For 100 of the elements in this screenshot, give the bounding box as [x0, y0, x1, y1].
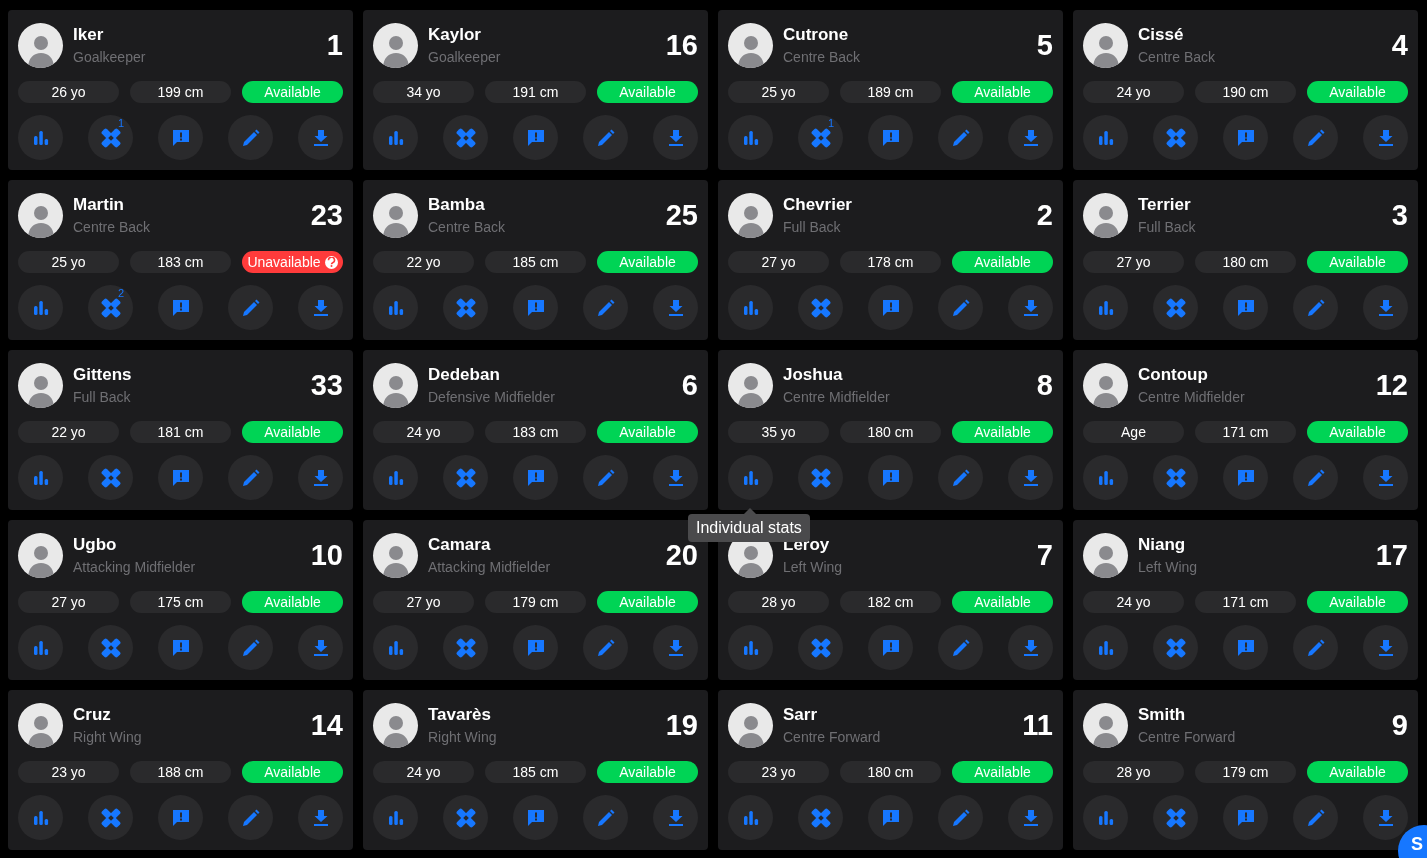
report-button[interactable]	[868, 795, 913, 840]
report-button[interactable]	[158, 625, 203, 670]
edit-button[interactable]	[938, 455, 983, 500]
edit-button[interactable]	[228, 285, 273, 330]
report-button[interactable]	[513, 115, 558, 160]
download-button[interactable]	[653, 115, 698, 160]
injuries-button[interactable]: 1	[88, 115, 133, 160]
injuries-button[interactable]	[1153, 455, 1198, 500]
download-button[interactable]	[1008, 625, 1053, 670]
stats-button[interactable]	[1083, 285, 1128, 330]
download-button[interactable]	[298, 795, 343, 840]
report-button[interactable]	[868, 625, 913, 670]
report-button[interactable]	[1223, 115, 1268, 160]
injuries-button[interactable]	[443, 285, 488, 330]
edit-button[interactable]	[583, 625, 628, 670]
edit-button[interactable]	[1293, 795, 1338, 840]
injuries-button[interactable]	[88, 795, 133, 840]
edit-button[interactable]	[583, 285, 628, 330]
injuries-button[interactable]	[1153, 285, 1198, 330]
report-button[interactable]	[868, 285, 913, 330]
injuries-button[interactable]	[443, 795, 488, 840]
stats-button[interactable]	[1083, 115, 1128, 160]
injuries-button[interactable]	[798, 455, 843, 500]
stats-button[interactable]	[728, 115, 773, 160]
stats-button[interactable]	[373, 795, 418, 840]
injuries-button[interactable]: 2	[88, 285, 133, 330]
edit-button[interactable]	[228, 455, 273, 500]
report-button[interactable]	[158, 795, 203, 840]
download-button[interactable]	[653, 455, 698, 500]
stats-button[interactable]	[373, 115, 418, 160]
injuries-button[interactable]	[1153, 795, 1198, 840]
edit-button[interactable]	[583, 455, 628, 500]
edit-button[interactable]	[228, 795, 273, 840]
download-button[interactable]	[298, 285, 343, 330]
stats-button[interactable]	[18, 115, 63, 160]
download-button[interactable]	[1008, 795, 1053, 840]
report-button[interactable]	[513, 285, 558, 330]
download-button[interactable]	[298, 455, 343, 500]
download-button[interactable]	[1363, 795, 1408, 840]
stats-button[interactable]	[373, 285, 418, 330]
report-button[interactable]	[1223, 625, 1268, 670]
report-button[interactable]	[158, 455, 203, 500]
edit-button[interactable]	[938, 625, 983, 670]
injuries-button[interactable]	[798, 795, 843, 840]
report-button[interactable]	[158, 285, 203, 330]
stats-button[interactable]	[1083, 625, 1128, 670]
edit-button[interactable]	[938, 285, 983, 330]
download-button[interactable]	[1363, 455, 1408, 500]
stats-button[interactable]	[1083, 455, 1128, 500]
stats-button[interactable]	[728, 625, 773, 670]
injuries-button[interactable]	[443, 115, 488, 160]
stats-button[interactable]	[1083, 795, 1128, 840]
edit-button[interactable]	[938, 795, 983, 840]
injuries-button[interactable]	[798, 285, 843, 330]
edit-button[interactable]	[583, 115, 628, 160]
report-button[interactable]	[1223, 285, 1268, 330]
stats-button[interactable]	[373, 625, 418, 670]
injuries-button[interactable]	[798, 625, 843, 670]
stats-button[interactable]	[18, 795, 63, 840]
edit-button[interactable]	[938, 115, 983, 160]
edit-button[interactable]	[1293, 115, 1338, 160]
report-button[interactable]	[513, 795, 558, 840]
edit-button[interactable]	[228, 115, 273, 160]
edit-button[interactable]	[583, 795, 628, 840]
edit-button[interactable]	[1293, 455, 1338, 500]
download-button[interactable]	[653, 795, 698, 840]
download-button[interactable]	[1008, 285, 1053, 330]
injuries-button[interactable]	[443, 625, 488, 670]
download-button[interactable]	[298, 115, 343, 160]
stats-button[interactable]	[728, 285, 773, 330]
download-button[interactable]	[653, 285, 698, 330]
edit-button[interactable]	[228, 625, 273, 670]
download-button[interactable]	[1008, 455, 1053, 500]
stats-button[interactable]	[373, 455, 418, 500]
report-button[interactable]	[1223, 455, 1268, 500]
injuries-button[interactable]: 1	[798, 115, 843, 160]
download-button[interactable]	[653, 625, 698, 670]
report-button[interactable]	[513, 455, 558, 500]
stats-button[interactable]	[18, 285, 63, 330]
injuries-button[interactable]	[1153, 115, 1198, 160]
report-button[interactable]	[1223, 795, 1268, 840]
edit-button[interactable]	[1293, 625, 1338, 670]
edit-button[interactable]	[1293, 285, 1338, 330]
report-button[interactable]	[513, 625, 558, 670]
stats-button[interactable]	[18, 625, 63, 670]
injuries-button[interactable]	[88, 625, 133, 670]
injuries-button[interactable]	[88, 455, 133, 500]
download-button[interactable]	[1363, 115, 1408, 160]
report-button[interactable]	[868, 115, 913, 160]
download-button[interactable]	[1008, 115, 1053, 160]
injuries-button[interactable]	[1153, 625, 1198, 670]
stats-button[interactable]	[728, 455, 773, 500]
injuries-button[interactable]	[443, 455, 488, 500]
download-button[interactable]	[1363, 625, 1408, 670]
download-button[interactable]	[1363, 285, 1408, 330]
stats-button[interactable]	[728, 795, 773, 840]
stats-button[interactable]	[18, 455, 63, 500]
report-button[interactable]	[158, 115, 203, 160]
report-button[interactable]	[868, 455, 913, 500]
download-button[interactable]	[298, 625, 343, 670]
